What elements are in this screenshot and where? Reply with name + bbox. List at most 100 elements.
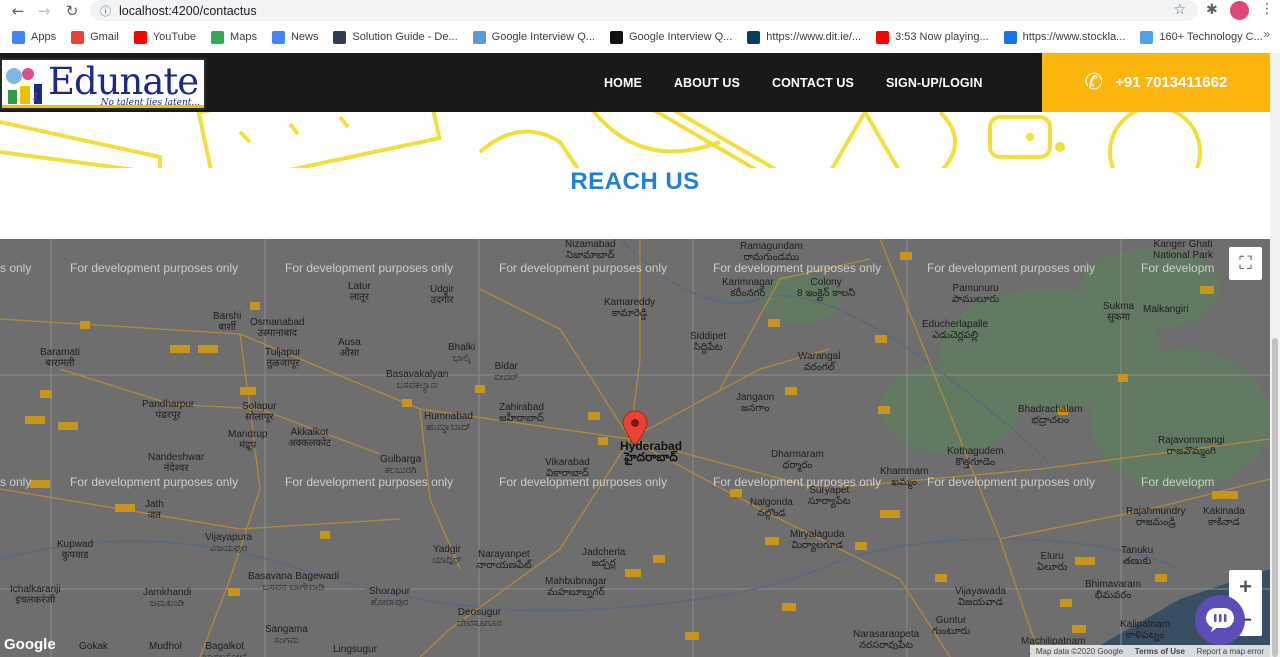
news-icon: [271, 30, 285, 44]
city-native-name: ವಿಜಯಪುರ: [209, 543, 248, 554]
back-icon[interactable]: ←: [5, 0, 31, 22]
bookmark-star-icon[interactable]: ☆: [1173, 2, 1186, 18]
city-name: Ausa: [338, 337, 361, 348]
map-city-label: Nandeshwar नंदेश्वर: [148, 452, 204, 474]
map-city-label: Kamareddy కామారెడ్డి: [604, 297, 655, 319]
bookmark-item[interactable]: Solution Guide - De...: [333, 30, 458, 44]
city-native-name: औसा: [339, 348, 360, 359]
bookmarks-more-icon[interactable]: »: [1263, 27, 1270, 41]
map-city-label: Narayanpet నారాయణపేట్: [476, 549, 532, 571]
bookmark-item[interactable]: News: [271, 30, 318, 44]
map-city-label: Pamunuru పాములూరు: [952, 283, 999, 305]
bookmark-item[interactable]: Apps: [12, 30, 56, 44]
city-name: Jath: [145, 499, 164, 510]
bookmark-item[interactable]: Maps: [211, 30, 257, 44]
stock-icon: [1003, 30, 1017, 44]
dev-watermark: For developm: [1141, 475, 1215, 489]
info-icon[interactable]: ⓘ: [100, 3, 111, 19]
map-city-label: Humnabad ಹುಮ್ನಾಬಾದ್: [424, 411, 473, 433]
google-map[interactable]: s only For development purposes only For d…: [0, 239, 1270, 657]
bookmark-item[interactable]: YouTube: [133, 30, 196, 44]
city-name: Zahirabad: [499, 402, 545, 413]
city-native-name: కామారెడ్డి: [611, 308, 648, 319]
city-name: Lingsugur: [333, 644, 377, 655]
city-name: Kothagudem: [947, 446, 1004, 457]
nav-about-us[interactable]: ABOUT US: [674, 76, 740, 90]
map-city-label: Malkangiri: [1143, 304, 1189, 315]
phone-icon: ✆: [1084, 70, 1104, 95]
city-name: Colony: [810, 277, 842, 288]
report-map-error-link[interactable]: Report a map error: [1197, 647, 1265, 656]
bookmark-item[interactable]: 160+ Technology C...: [1140, 30, 1263, 44]
city-native-name: ಸಂಗಮ: [274, 635, 299, 646]
city-name: Shorapur: [369, 586, 411, 597]
address-bar[interactable]: ⓘ localhost:4200/contactus ☆: [90, 0, 1198, 21]
menu-icon[interactable]: ⋮: [1260, 1, 1274, 17]
chat-widget-button[interactable]: [1195, 595, 1245, 645]
city-native-name: రాజమండ్రి: [1135, 517, 1176, 528]
city-native-name: ಬೀದರ್: [494, 372, 519, 383]
map-city-label: Kakinada కాకినాడ: [1203, 506, 1245, 528]
city-name: Malkangiri: [1143, 304, 1189, 315]
city-name: Nandeshwar: [148, 452, 205, 463]
city-name: Narayanpet: [478, 549, 530, 560]
map-city-label: Gokak: [79, 641, 108, 652]
map-city-label: Sukma सुकमा: [1103, 301, 1134, 323]
bookmark-item[interactable]: Google Interview Q...: [472, 30, 595, 44]
map-city-label: Deosugur ದೇವಸೂಗೂರ: [457, 607, 502, 629]
nav-signup-login[interactable]: SIGN-UP/LOGIN: [886, 76, 982, 90]
reload-icon[interactable]: ↻: [59, 0, 85, 22]
bookmark-item[interactable]: https://www.dit.ie/...: [747, 30, 861, 44]
banner-doodles: [0, 112, 1202, 168]
map-footer: Map data ©2020 Google Terms of Use Repor…: [1030, 645, 1270, 657]
map-city-label: Bhadrachalam భద్రాచలం: [1018, 404, 1082, 426]
map-city-label: Ramagundam రామగుండము: [740, 241, 803, 263]
profile-avatar[interactable]: [1230, 1, 1249, 20]
terms-of-use-link[interactable]: Terms of Use: [1135, 647, 1185, 656]
scrollbar-thumb[interactable]: [1272, 338, 1278, 657]
city-native-name: ಬಾಗಲಕೋಟೆ: [203, 652, 246, 657]
map-city-label: Vikarabad వికారాబాద్: [545, 457, 590, 479]
bookmark-item[interactable]: Google Interview Q...: [609, 30, 732, 44]
city-native-name: జనగాం: [740, 403, 770, 414]
city-native-name: కాకినాడ: [1207, 517, 1240, 528]
city-name: Akkalkot: [290, 427, 329, 438]
map-city-label: Bidar ಬೀದರ್: [494, 361, 519, 383]
map-city-label: Rajahmundry రాజమండ్రి: [1126, 506, 1185, 528]
city-native-name: ಬಸವಕಲ್ಯಾಣ: [396, 380, 438, 391]
fullscreen-icon[interactable]: ⛶: [1229, 247, 1262, 280]
site-logo[interactable]: ♪ Edunate No talent lies latent...: [0, 58, 206, 110]
city-native-name: మిర్యాలగూడ: [791, 540, 843, 551]
nav-home[interactable]: HOME: [604, 76, 642, 90]
zoom-in-button[interactable]: +: [1229, 570, 1262, 603]
google-logo[interactable]: Google: [4, 636, 56, 653]
city-native-name: ఎడుచెర్లపల్లి: [932, 330, 979, 341]
bookmark-item[interactable]: https://www.stockla...: [1003, 30, 1125, 44]
city-name: Deosugur: [457, 607, 502, 618]
bookmark-item[interactable]: Gmail: [71, 30, 119, 44]
map-city-label: Khammam ఖమ్మం: [880, 466, 928, 488]
city-name: Khammam: [880, 466, 929, 477]
a-icon: [609, 30, 623, 44]
city-native-name: జహీరాబాద్: [499, 413, 544, 424]
page-scrollbar[interactable]: [1270, 53, 1280, 657]
city-native-name: कुपवाड: [61, 550, 89, 561]
city-name: Vijayawada: [955, 586, 1006, 597]
map-city-label: Jangaon జనగాం: [736, 392, 774, 414]
city-name: Bhadrachalam: [1018, 404, 1083, 415]
phone-cta[interactable]: ✆ +91 7013411662: [1042, 53, 1270, 112]
city-name: Kalipatnam: [1120, 619, 1171, 630]
city-native-name: భీమవరం: [1094, 590, 1132, 601]
city-name: Nizamabad: [565, 239, 616, 250]
bookmark-item[interactable]: 3:53 Now playing...: [876, 30, 989, 44]
city-native-name: बारामती: [45, 358, 75, 369]
city-native-name: इचलकरंजी: [15, 595, 56, 606]
map-city-label: Hyderabad హైదరాబాద్: [620, 440, 682, 463]
map-city-label: Warangal వరంగల్: [798, 351, 840, 373]
map-city-label: Akkalkot अक्कलकोट: [288, 427, 331, 449]
nav-contact-us[interactable]: CONTACT US: [772, 76, 854, 90]
forward-icon[interactable]: →: [31, 0, 57, 22]
dev-watermark: For development purposes only: [927, 261, 1096, 275]
extensions-icon[interactable]: ✱: [1206, 2, 1218, 18]
map-city-label: Barshi बार्शी: [213, 311, 241, 333]
